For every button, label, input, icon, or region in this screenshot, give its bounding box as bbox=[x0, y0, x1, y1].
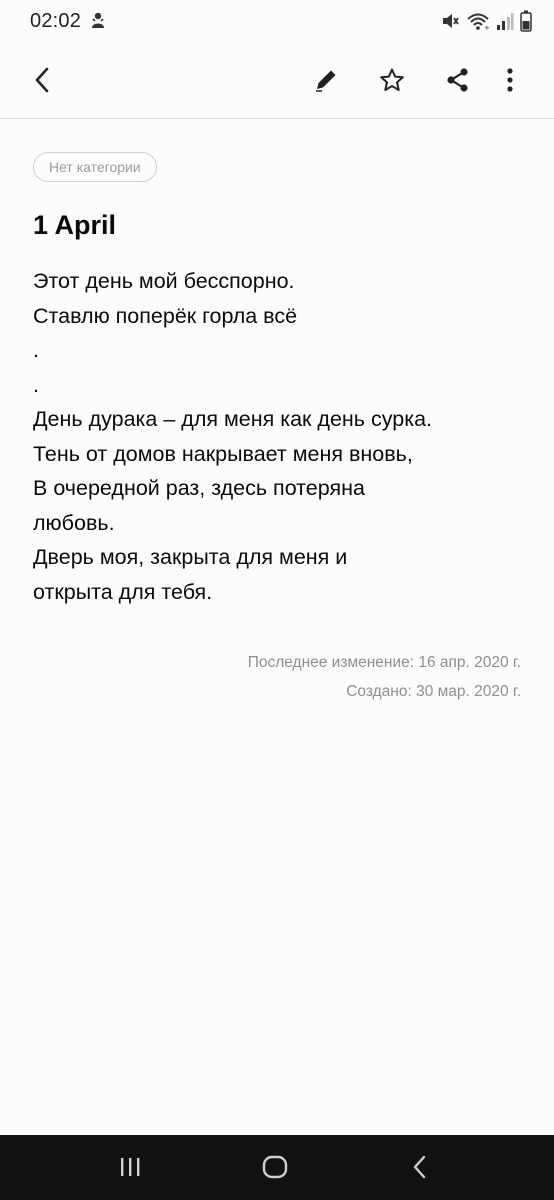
system-nav-bar bbox=[0, 1135, 554, 1200]
wifi-icon: + bbox=[466, 11, 490, 31]
signal-icon bbox=[496, 11, 514, 31]
note-line: Ставлю поперёк горла всё bbox=[33, 303, 298, 328]
share-icon bbox=[445, 67, 471, 98]
back-icon bbox=[411, 1155, 429, 1184]
note-line: Дверь моя, закрыта для меня и bbox=[33, 545, 348, 569]
note-body[interactable]: Этот день мой бесспорно. Ставлю поперёк … bbox=[33, 264, 533, 609]
pencil-icon bbox=[313, 67, 339, 98]
mute-icon bbox=[440, 11, 460, 31]
note-line: В очередной раз, здесь потеряна bbox=[33, 476, 365, 500]
status-time: 02:02 bbox=[30, 10, 82, 32]
nav-back-button[interactable] bbox=[400, 1149, 440, 1189]
svg-text:+: + bbox=[484, 24, 490, 31]
edit-button[interactable] bbox=[306, 62, 346, 102]
created-text: Создано: 30 мар. 2020 г. bbox=[346, 683, 521, 700]
home-button[interactable] bbox=[255, 1149, 295, 1189]
note-line: . bbox=[33, 372, 39, 397]
note-line: любовь. bbox=[33, 510, 115, 535]
recent-apps-button[interactable] bbox=[110, 1149, 150, 1189]
share-button[interactable] bbox=[438, 62, 478, 102]
note-title: 1 April bbox=[33, 210, 117, 240]
notification-app-icon bbox=[88, 11, 108, 31]
status-icons: + bbox=[440, 10, 532, 32]
more-options-button[interactable] bbox=[490, 62, 530, 102]
last-modified-text: Последнее изменение: 16 апр. 2020 г. bbox=[247, 654, 521, 671]
back-button[interactable] bbox=[23, 62, 63, 102]
category-chip[interactable]: Нет категории bbox=[33, 152, 157, 182]
toolbar-divider bbox=[0, 118, 554, 119]
note-line: День дурака – для меня как день сурка. bbox=[33, 407, 432, 431]
star-icon bbox=[379, 67, 405, 98]
home-icon bbox=[262, 1155, 288, 1184]
status-bar: 02:02 + bbox=[0, 0, 554, 44]
note-line: Тень от домов накрывает меня вновь, bbox=[33, 441, 413, 466]
more-vert-icon bbox=[506, 67, 514, 98]
note-line: Этот день мой бесспорно. bbox=[33, 269, 295, 293]
battery-icon bbox=[520, 10, 532, 32]
favorite-button[interactable] bbox=[372, 62, 412, 102]
recent-apps-icon bbox=[118, 1156, 142, 1183]
note-toolbar bbox=[0, 44, 554, 118]
note-line: . bbox=[33, 338, 39, 362]
back-arrow-icon bbox=[32, 67, 54, 98]
note-line: открыта для тебя. bbox=[33, 579, 213, 604]
